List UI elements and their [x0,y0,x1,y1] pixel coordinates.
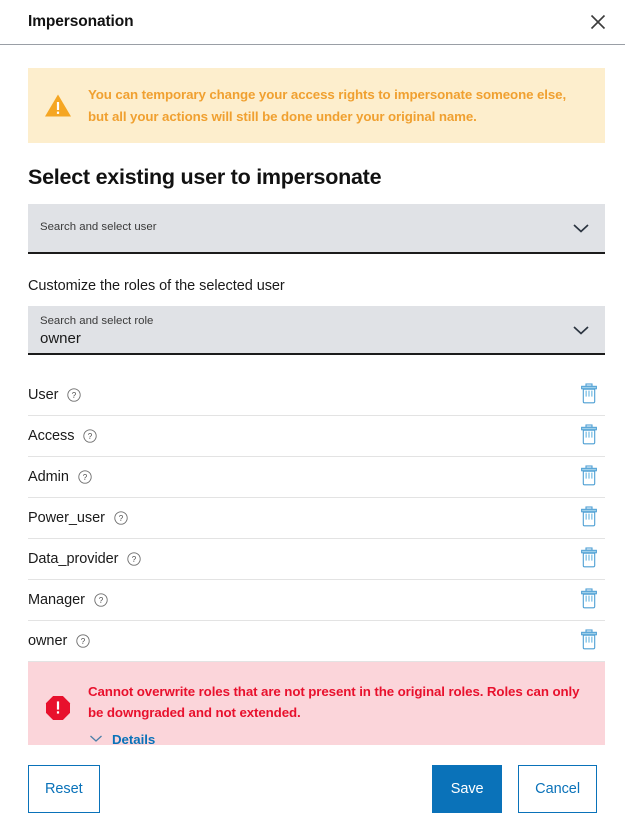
delete-role-button[interactable] [577,628,601,654]
warning-message: You can temporary change your access rig… [88,87,567,124]
table-row: Data_provider? [28,539,605,581]
warning-banner: You can temporary change your access rig… [28,68,605,144]
select-user-heading: Select existing user to impersonate [28,165,382,190]
svg-text:?: ? [83,473,88,482]
trash-icon [580,588,598,612]
delete-role-button[interactable] [577,382,601,408]
warning-triangle-icon [44,93,72,118]
user-select[interactable]: Search and select user [28,204,605,255]
delete-role-button[interactable] [577,587,601,613]
table-row: Access? [28,416,605,458]
chevron-down-icon [571,218,591,238]
svg-text:?: ? [88,432,93,441]
table-row: owner? [28,621,605,663]
customize-roles-heading: Customize the roles of the selected user [28,278,285,295]
svg-text:?: ? [132,555,137,564]
error-details-label: Details [112,732,156,745]
dialog-footer: Reset Save Cancel [0,745,625,835]
cancel-button[interactable]: Cancel [518,765,597,813]
svg-text:?: ? [119,514,124,523]
delete-role-button[interactable] [577,546,601,572]
table-row: User? [28,375,605,417]
delete-role-button[interactable] [577,423,601,449]
help-circle-icon[interactable]: ? [67,388,82,402]
close-icon [588,12,608,32]
chevron-down-icon [571,320,591,340]
error-octagon-icon [44,681,72,721]
footer-actions: Save Cancel [432,765,597,813]
roles-list: User? Access? Admin? Power_user? Data_provid… [28,375,605,663]
role-name: User [28,387,59,404]
table-row: Admin? [28,457,605,499]
table-row: Manager? [28,580,605,622]
help-circle-icon[interactable]: ? [114,511,128,525]
help-circle-icon[interactable]: ? [94,593,108,607]
role-name: Access [28,428,75,445]
role-name: Power_user [28,510,105,527]
role-name: Manager [28,592,85,609]
error-banner: Cannot overwrite roles that are not pres… [28,662,605,745]
help-circle-icon[interactable]: ? [83,429,98,443]
close-button[interactable] [583,7,613,37]
trash-icon [580,383,598,407]
dialog-body: You can temporary change your access rig… [0,45,625,745]
role-select-value: owner [40,330,81,348]
svg-text:?: ? [81,637,86,646]
role-name: owner [28,633,68,650]
user-select-label: Search and select user [40,221,157,234]
delete-role-button[interactable] [577,464,601,490]
trash-icon [580,506,598,530]
trash-icon [580,465,598,489]
page-title: Impersonation [28,13,134,30]
role-name: Data_provider [28,551,119,568]
help-circle-icon[interactable]: ? [78,470,92,484]
role-select-label: Search and select role [40,314,154,327]
svg-text:?: ? [99,596,104,605]
help-circle-icon[interactable]: ? [76,634,90,648]
table-row: Power_user? [28,498,605,540]
role-select[interactable]: Search and select role owner [28,306,605,356]
help-circle-icon[interactable]: ? [127,552,142,566]
reset-button[interactable]: Reset [28,765,100,813]
impersonation-dialog: Impersonation You can temporary change y… [0,0,625,835]
trash-icon [580,629,598,653]
dialog-header: Impersonation [0,0,625,45]
save-button[interactable]: Save [432,765,503,813]
role-name: Admin [28,469,69,486]
error-details-toggle[interactable]: Details [88,731,155,745]
trash-icon [580,424,598,448]
chevron-down-icon [88,731,104,745]
svg-text:?: ? [72,391,77,400]
delete-role-button[interactable] [577,505,601,531]
trash-icon [580,547,598,571]
error-message: Cannot overwrite roles that are not pres… [88,684,580,721]
